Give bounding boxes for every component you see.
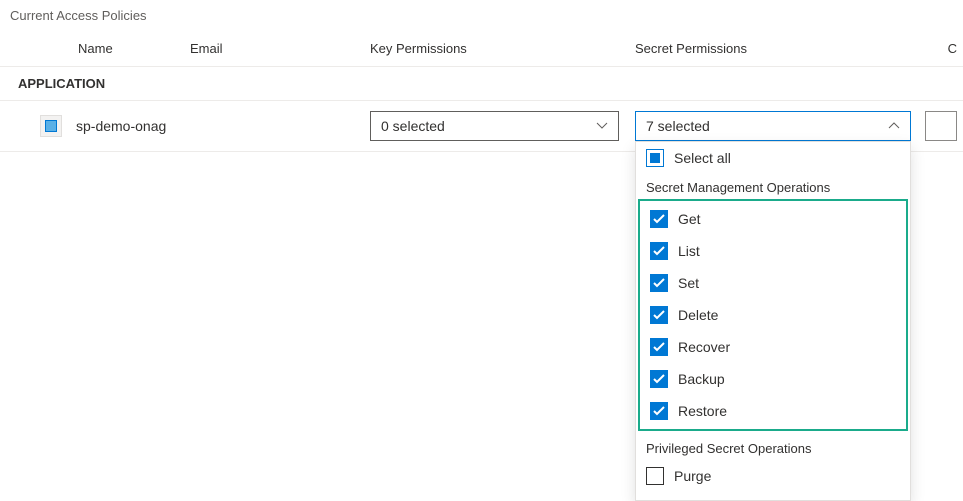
group-privileged-secret: Privileged Secret Operations [636,435,910,460]
secret-permissions-dropdown[interactable]: 7 selected [635,111,911,141]
group-secret-management: Secret Management Operations [636,174,910,199]
option-label: Set [678,275,699,291]
app-cell: sp-demo-onag [0,115,190,137]
policies-table: Name Email Key Permissions Secret Permis… [0,35,963,152]
checkbox-checked-icon [650,338,668,356]
secret-permissions-value: 7 selected [646,118,710,134]
highlight-box: Get List Set [638,199,908,431]
col-header-extra: C [925,41,963,56]
option-label: Restore [678,403,727,419]
option-backup[interactable]: Backup [640,363,906,395]
checkbox-checked-icon [650,402,668,420]
key-permissions-value: 0 selected [381,118,445,134]
col-header-key: Key Permissions [345,41,635,56]
header-row: Name Email Key Permissions Secret Permis… [0,35,963,67]
option-label: Get [678,211,701,227]
option-label: List [678,243,700,259]
checkbox-checked-icon [650,274,668,292]
checkbox-checked-icon [650,306,668,324]
option-recover[interactable]: Recover [640,331,906,363]
certificate-permissions-dropdown[interactable] [925,111,957,141]
option-purge[interactable]: Purge [636,460,910,492]
checkbox-checked-icon [650,370,668,388]
app-name: sp-demo-onag [76,118,166,134]
option-label: Select all [674,150,731,166]
option-label: Delete [678,307,718,323]
secret-permissions-panel: Select all Secret Management Operations … [635,141,911,501]
key-permissions-cell: 0 selected [345,111,635,141]
chevron-down-icon [596,120,608,132]
chevron-up-icon [888,120,900,132]
table-row: sp-demo-onag 0 selected 7 selected [0,101,963,152]
section-application: APPLICATION [0,67,963,101]
option-delete[interactable]: Delete [640,299,906,331]
checkbox-checked-icon [650,242,668,260]
option-restore[interactable]: Restore [640,395,906,427]
page-title: Current Access Policies [0,0,963,35]
col-header-name: Name [0,41,190,56]
key-permissions-dropdown[interactable]: 0 selected [370,111,619,141]
application-icon [40,115,62,137]
checkbox-indeterminate-icon [646,149,664,167]
certificate-permissions-cell [925,111,963,141]
option-label: Purge [674,468,711,484]
checkbox-checked-icon [650,210,668,228]
option-label: Backup [678,371,725,387]
secret-permissions-cell: 7 selected Select all Secret Management … [635,111,925,141]
col-header-secret: Secret Permissions [635,41,925,56]
checkbox-unchecked-icon [646,467,664,485]
option-select-all[interactable]: Select all [636,142,910,174]
option-get[interactable]: Get [640,203,906,235]
col-header-email: Email [190,41,345,56]
option-label: Recover [678,339,730,355]
option-list[interactable]: List [640,235,906,267]
option-set[interactable]: Set [640,267,906,299]
